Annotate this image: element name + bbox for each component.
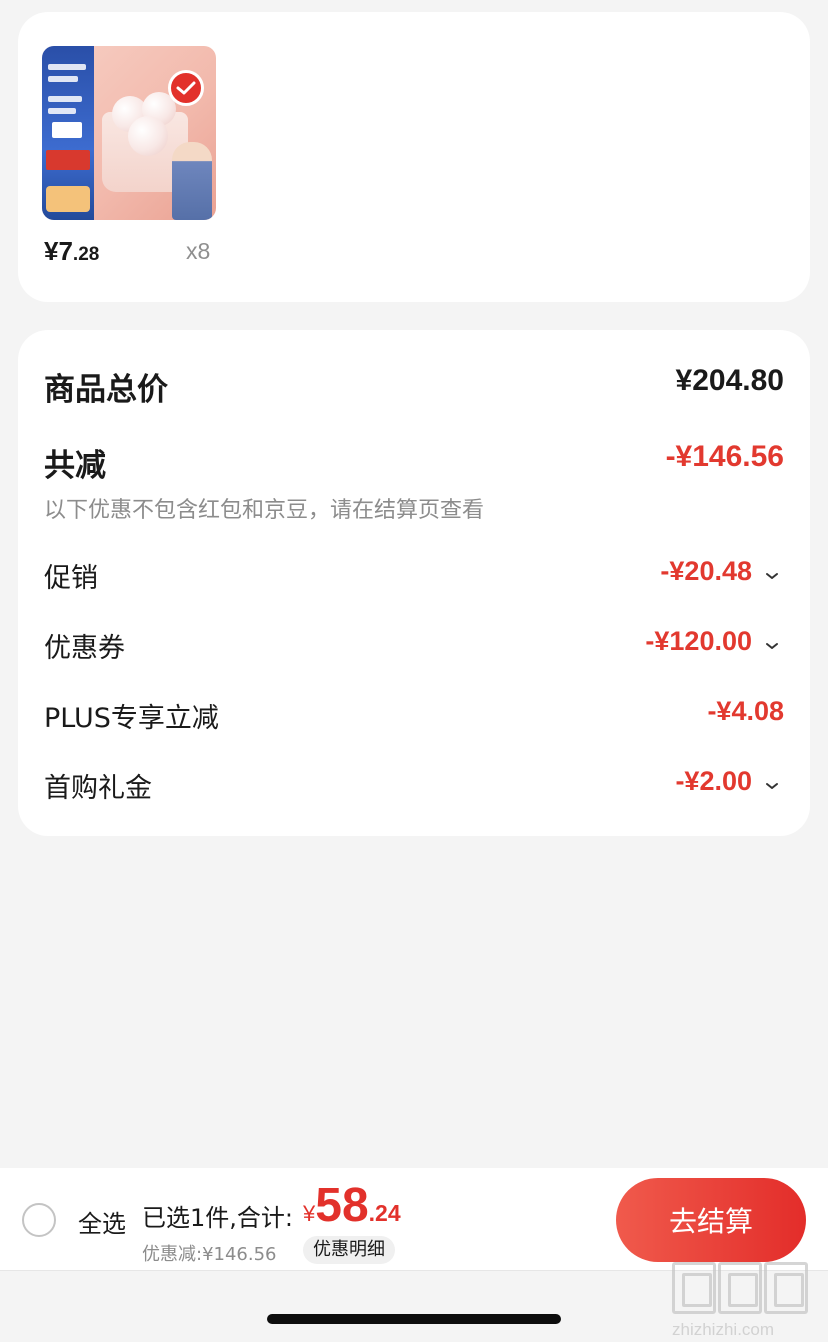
discount-value: -¥20.48 bbox=[660, 556, 752, 586]
discount-value: -¥120.00 bbox=[645, 626, 752, 656]
product-image-badge bbox=[52, 122, 82, 138]
product-image-text-line bbox=[48, 76, 78, 82]
product-price: ¥7.28 bbox=[44, 236, 99, 267]
check-icon bbox=[176, 81, 196, 95]
discount-detail-button[interactable]: 优惠明细 bbox=[303, 1236, 395, 1264]
chevron-down-icon[interactable] bbox=[764, 638, 780, 654]
discount-row-promotion[interactable]: 促销 -¥20.48 bbox=[44, 556, 784, 596]
product-image-text-line bbox=[48, 64, 86, 70]
discount-label: 促销 bbox=[44, 563, 98, 594]
discount-note: 以下优惠不包含红包和京豆，请在结算页查看 bbox=[44, 498, 485, 523]
watermark-text: zhizhizhi.com bbox=[672, 1320, 775, 1339]
product-image-scoop bbox=[128, 116, 168, 156]
checkout-total: ¥58.24 bbox=[303, 1178, 401, 1233]
total-reduction-value: -¥146.56 bbox=[665, 440, 784, 473]
item-selected-checkbox[interactable] bbox=[168, 70, 204, 106]
discount-summary-text: 优惠减:¥146.56 bbox=[142, 1244, 277, 1265]
watermark-logo: zhizhizhi.com bbox=[672, 1262, 816, 1339]
checkout-button[interactable]: 去结算 bbox=[616, 1178, 806, 1262]
chevron-down-icon[interactable] bbox=[764, 568, 780, 584]
discount-label: PLUS专享立减 bbox=[44, 703, 219, 734]
discount-row-plus: PLUS专享立减 -¥4.08 bbox=[44, 696, 784, 736]
chevron-down-icon[interactable] bbox=[764, 778, 780, 794]
product-image-person bbox=[172, 142, 212, 220]
product-price-integer: ¥7 bbox=[44, 236, 73, 266]
home-indicator[interactable] bbox=[267, 1314, 561, 1324]
product-price-row: ¥7.28 x8 bbox=[44, 236, 224, 272]
select-all-checkbox[interactable] bbox=[22, 1203, 56, 1237]
product-image-text-line bbox=[48, 108, 76, 114]
discount-row-coupon[interactable]: 优惠券 -¥120.00 bbox=[44, 626, 784, 666]
select-all-label[interactable]: 全选 bbox=[78, 1204, 126, 1239]
total-integer: 58 bbox=[315, 1179, 369, 1232]
total-price-label: 商品总价 bbox=[44, 372, 168, 408]
total-reduction-row: 共减 -¥146.56 bbox=[44, 440, 784, 484]
total-price-value: ¥204.80 bbox=[675, 364, 784, 397]
watermark-glyph bbox=[764, 1262, 808, 1314]
discount-row-first-purchase[interactable]: 首购礼金 -¥2.00 bbox=[44, 766, 784, 806]
discount-value: -¥2.00 bbox=[675, 766, 752, 796]
discount-value: -¥4.08 bbox=[707, 696, 784, 726]
product-card: ¥7.28 x8 bbox=[18, 12, 810, 302]
product-image-text-line bbox=[48, 96, 82, 102]
discount-label: 优惠券 bbox=[44, 633, 125, 664]
watermark-glyph bbox=[718, 1262, 762, 1314]
product-image-promo-strip bbox=[46, 150, 90, 170]
discount-label: 首购礼金 bbox=[44, 773, 152, 804]
price-summary-card: 商品总价 ¥204.80 共减 -¥146.56 以下优惠不包含红包和京豆，请在… bbox=[18, 330, 810, 836]
watermark-glyph bbox=[672, 1262, 716, 1314]
product-price-decimal: .28 bbox=[72, 244, 100, 265]
checkout-bar: 全选 已选1件,合计: ¥58.24 优惠减:¥146.56 优惠明细 去结算 bbox=[0, 1168, 828, 1270]
product-image-food bbox=[46, 186, 90, 212]
total-reduction-label: 共减 bbox=[44, 448, 106, 484]
product-quantity: x8 bbox=[186, 238, 211, 264]
total-price-row: 商品总价 ¥204.80 bbox=[44, 364, 784, 408]
total-decimal: .24 bbox=[368, 1200, 401, 1226]
total-currency: ¥ bbox=[303, 1201, 316, 1226]
selected-count-text: 已选1件,合计: bbox=[142, 1204, 293, 1232]
